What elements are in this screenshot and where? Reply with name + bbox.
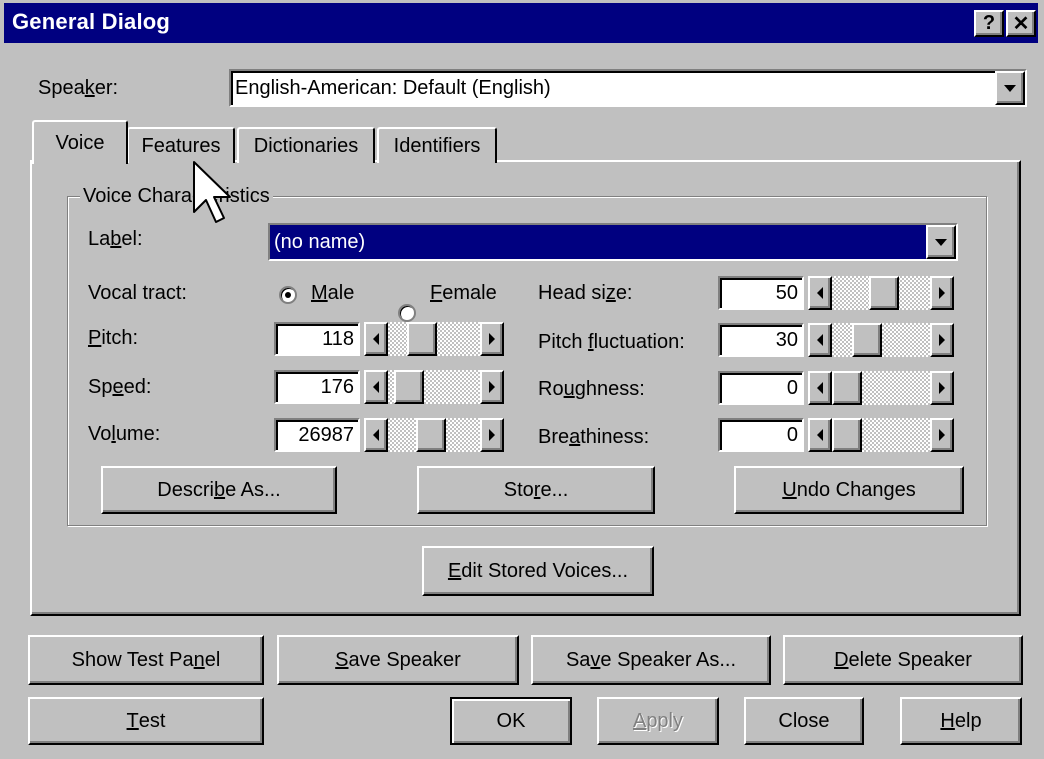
- speed-label: Speed:: [88, 376, 152, 398]
- scroll-thumb[interactable]: [416, 418, 446, 452]
- test-button[interactable]: Test: [28, 697, 264, 745]
- pitch-fluctuation-label: Pitch fluctuation:: [538, 331, 685, 353]
- tab-voice-label: Voice: [55, 131, 105, 154]
- chevron-down-icon[interactable]: [926, 225, 956, 259]
- speaker-label: Speaker:: [38, 77, 119, 99]
- scroll-left-icon[interactable]: [808, 323, 832, 357]
- apply-button[interactable]: Apply: [597, 697, 719, 745]
- volume-scrollbar[interactable]: [364, 418, 504, 452]
- pitch-label: Pitch:: [88, 327, 139, 349]
- scroll-left-icon[interactable]: [808, 371, 832, 405]
- scroll-right-icon[interactable]: [930, 371, 954, 405]
- scroll-track[interactable]: [832, 323, 930, 357]
- breathiness-value[interactable]: 0: [718, 418, 804, 452]
- edit-stored-voices-button[interactable]: Edit Stored Voices...: [422, 546, 654, 596]
- male-radio[interactable]: [279, 286, 297, 304]
- describe-as-button[interactable]: Descri b e As...: [101, 466, 337, 514]
- pitch-fluctuation-value[interactable]: 30: [718, 323, 804, 357]
- label-value: (no name): [270, 225, 926, 259]
- scroll-track[interactable]: [388, 418, 480, 452]
- scroll-left-icon[interactable]: [364, 418, 388, 452]
- tab-identifiers[interactable]: Identifiers: [377, 127, 497, 163]
- pitch-value[interactable]: 118: [274, 322, 360, 356]
- roughness-scrollbar[interactable]: [808, 371, 954, 405]
- scroll-track[interactable]: [832, 276, 930, 310]
- scroll-right-icon[interactable]: [930, 276, 954, 310]
- scroll-thumb[interactable]: [852, 323, 882, 357]
- speed-value[interactable]: 176: [274, 370, 360, 404]
- tab-features[interactable]: Features: [127, 127, 235, 163]
- scroll-thumb[interactable]: [832, 418, 862, 452]
- scroll-left-icon[interactable]: [808, 276, 832, 310]
- scroll-right-icon[interactable]: [480, 370, 504, 404]
- title-bar: General Dialog ? ✕: [4, 3, 1038, 43]
- head-size-label: Head size:: [538, 282, 633, 304]
- scroll-track[interactable]: [388, 322, 480, 356]
- window-title: General Dialog: [12, 9, 171, 34]
- delete-speaker-button[interactable]: Delete Speaker: [783, 635, 1023, 685]
- help-button[interactable]: Help: [900, 697, 1022, 745]
- close-button[interactable]: Close: [744, 697, 864, 745]
- breathiness-scrollbar[interactable]: [808, 418, 954, 452]
- scroll-thumb[interactable]: [832, 371, 862, 405]
- scroll-right-icon[interactable]: [930, 323, 954, 357]
- show-test-panel-button[interactable]: Show Test Pa n el: [28, 635, 264, 685]
- speed-scrollbar[interactable]: [364, 370, 504, 404]
- save-speaker-button[interactable]: Save Speaker: [277, 635, 519, 685]
- scroll-thumb[interactable]: [407, 322, 437, 356]
- vocal-tract-label: Vocal tract:: [88, 282, 187, 304]
- close-title-button[interactable]: ✕: [1006, 10, 1036, 37]
- undo-changes-button[interactable]: Undo Changes: [734, 466, 964, 514]
- scroll-thumb[interactable]: [869, 276, 899, 310]
- scroll-right-icon[interactable]: [480, 418, 504, 452]
- tab-features-label: Features: [141, 134, 221, 157]
- scroll-track[interactable]: [832, 371, 930, 405]
- volume-value[interactable]: 26987: [274, 418, 360, 452]
- roughness-value[interactable]: 0: [718, 371, 804, 405]
- scroll-right-icon[interactable]: [480, 322, 504, 356]
- store-button[interactable]: Sto r e...: [417, 466, 655, 514]
- scroll-left-icon[interactable]: [808, 418, 832, 452]
- head-size-scrollbar[interactable]: [808, 276, 954, 310]
- scroll-left-icon[interactable]: [364, 370, 388, 404]
- tab-identifiers-label: Identifiers: [393, 134, 481, 157]
- scroll-track[interactable]: [832, 418, 930, 452]
- roughness-label: Roughness:: [538, 378, 645, 400]
- speaker-value: English-American: Default (English): [235, 76, 551, 99]
- tab-voice[interactable]: Voice: [32, 120, 128, 164]
- label-label: Label:: [88, 228, 143, 250]
- pitch-scrollbar[interactable]: [364, 322, 504, 356]
- mouse-cursor-icon: [193, 161, 231, 223]
- speaker-combo[interactable]: English-American: Default (English): [229, 69, 1027, 107]
- ok-button[interactable]: OK: [450, 697, 572, 745]
- tab-dictionaries-label: Dictionaries: [253, 134, 359, 157]
- pitch-fluctuation-scrollbar[interactable]: [808, 323, 954, 357]
- breathiness-label: Breathiness:: [538, 426, 650, 448]
- scroll-right-icon[interactable]: [930, 418, 954, 452]
- scroll-thumb[interactable]: [394, 370, 424, 404]
- scroll-track[interactable]: [388, 370, 480, 404]
- female-radio[interactable]: [398, 304, 416, 322]
- chevron-down-icon[interactable]: [995, 71, 1025, 105]
- scroll-left-icon[interactable]: [364, 322, 388, 356]
- volume-label: Volume:: [88, 423, 161, 445]
- save-speaker-as-button[interactable]: Sa v e Speaker As...: [531, 635, 771, 685]
- male-radio-label: Male: [311, 282, 355, 304]
- help-title-button[interactable]: ?: [974, 10, 1004, 37]
- head-size-value[interactable]: 50: [718, 276, 804, 310]
- female-radio-label: Female: [430, 282, 497, 304]
- group-title: Voice Characteristics: [80, 185, 273, 208]
- label-combo[interactable]: (no name): [268, 223, 958, 261]
- tab-dictionaries[interactable]: Dictionaries: [237, 127, 375, 163]
